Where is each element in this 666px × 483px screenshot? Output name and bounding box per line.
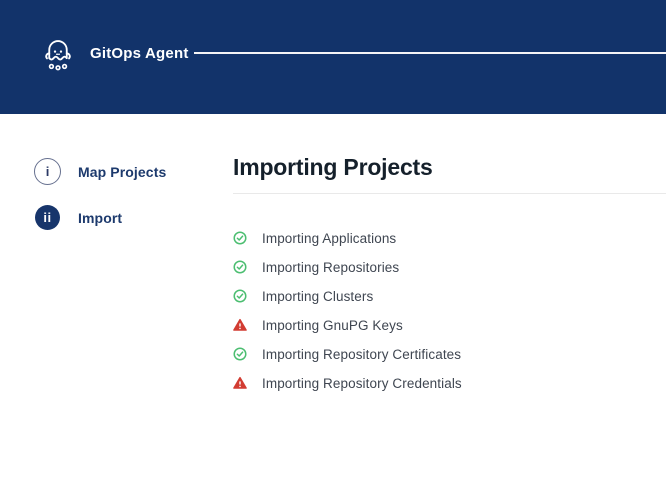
import-status-label: Importing Repository Credentials [262,376,462,391]
import-status-list: Importing Applications Importing Reposit… [233,231,653,405]
import-status-label: Importing GnuPG Keys [262,318,403,333]
wizard-step-map-projects[interactable]: i Map Projects [34,158,166,185]
title-divider-line [233,193,666,194]
success-check-icon [233,289,247,303]
import-status-label: Importing Repositories [262,260,399,275]
wizard-step-import[interactable]: ii Import [34,204,122,231]
success-check-icon [233,260,247,274]
success-check-icon [233,347,247,361]
import-status-row: Importing Repository Credentials [233,376,653,390]
error-warning-icon [233,318,247,332]
import-status-row: Importing GnuPG Keys [233,318,653,332]
import-status-label: Importing Repository Certificates [262,347,461,362]
import-status-row: Importing Clusters [233,289,653,303]
import-status-row: Importing Repositories [233,260,653,274]
import-status-label: Importing Clusters [262,289,373,304]
import-status-row: Importing Repository Certificates [233,347,653,361]
app-header: GitOps Agent [0,0,666,114]
import-status-label: Importing Applications [262,231,396,246]
import-status-row: Importing Applications [233,231,653,245]
page-title: Importing Projects [233,154,433,181]
header-divider-line [194,52,666,54]
app-title: GitOps Agent [90,45,189,62]
wizard-step-label: Map Projects [78,164,166,180]
wizard-step-label: Import [78,210,122,226]
step-number-badge: i [34,158,61,185]
error-warning-icon [233,376,247,390]
success-check-icon [233,231,247,245]
step-number-badge: ii [35,205,60,230]
gitops-octopus-logo-icon [37,30,79,74]
